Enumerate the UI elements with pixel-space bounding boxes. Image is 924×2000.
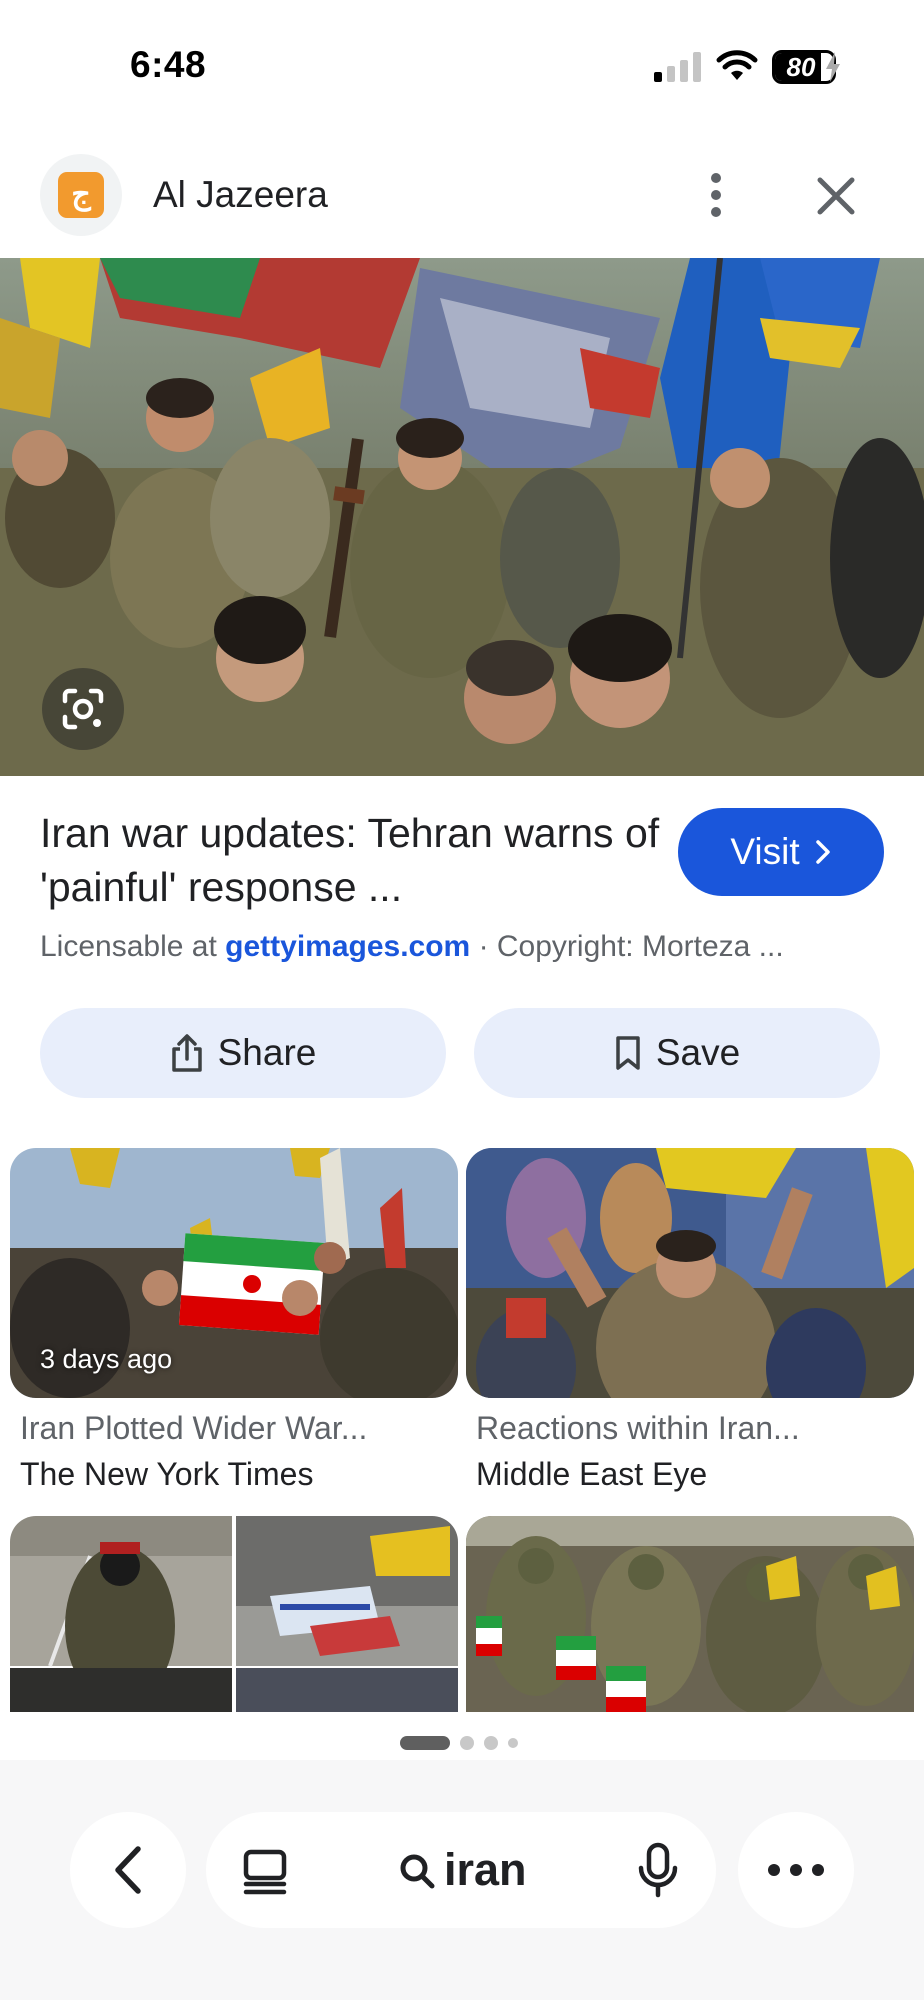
status-bar: 6:48 80 xyxy=(0,0,924,120)
copyright-text: · Copyright: Morteza ... xyxy=(470,930,784,963)
bottom-toolbar: iran xyxy=(0,1760,924,2000)
related-photo-4 xyxy=(466,1516,914,1712)
page-indicator-active xyxy=(400,1736,450,1750)
hero-photo xyxy=(0,258,924,776)
search-query[interactable]: iran xyxy=(444,1844,527,1896)
page-indicator xyxy=(400,1736,518,1750)
related-title-1[interactable]: Iran Plotted Wider War... xyxy=(20,1410,367,1447)
charging-bolt-icon xyxy=(826,52,840,82)
status-time: 6:48 xyxy=(130,44,207,85)
more-menu-button[interactable] xyxy=(738,1812,854,1928)
bookmark-icon xyxy=(616,1036,640,1070)
related-image-2[interactable] xyxy=(466,1148,914,1398)
related-photo-2 xyxy=(466,1148,914,1398)
back-button[interactable] xyxy=(70,1812,186,1928)
related-image-1[interactable]: 3 days ago xyxy=(10,1148,458,1398)
visit-button[interactable]: Visit xyxy=(678,808,884,896)
microphone-icon[interactable] xyxy=(636,1842,680,1898)
cellular-signal-icon xyxy=(654,52,702,82)
share-label: Share xyxy=(217,1032,317,1073)
page-indicator-dot xyxy=(508,1738,518,1748)
chevron-right-icon xyxy=(815,840,830,864)
wifi-icon xyxy=(716,50,758,80)
battery-percent: 80 xyxy=(786,52,816,82)
save-button[interactable]: Save xyxy=(474,1008,880,1098)
hero-image[interactable] xyxy=(0,258,924,776)
related-title-2[interactable]: Reactions within Iran... xyxy=(476,1410,800,1447)
save-label: Save xyxy=(655,1032,741,1073)
time-badge: 3 days ago xyxy=(40,1344,173,1374)
page-indicator-dot xyxy=(484,1736,498,1750)
al-jazeera-logo-icon: ج xyxy=(58,172,104,218)
source-logo[interactable]: ج xyxy=(40,154,122,236)
share-button[interactable]: Share xyxy=(40,1008,446,1098)
lens-icon xyxy=(62,688,104,730)
tabs-icon[interactable] xyxy=(240,1846,290,1896)
google-lens-button[interactable] xyxy=(42,668,124,750)
more-horizontal-icon xyxy=(768,1864,824,1876)
visit-label: Visit xyxy=(730,831,800,872)
related-source-2[interactable]: Middle East Eye xyxy=(476,1456,707,1493)
share-icon xyxy=(171,1034,202,1072)
license-prefix: Licensable at xyxy=(40,930,226,963)
search-bar[interactable]: iran xyxy=(206,1812,716,1928)
source-name[interactable]: Al Jazeera xyxy=(153,174,328,216)
license-line: Licensable at gettyimages.com · Copyrigh… xyxy=(40,930,900,964)
page-indicator-dot xyxy=(460,1736,474,1750)
result-title[interactable]: Iran war updates: Tehran warns of 'painf… xyxy=(40,806,660,914)
chevron-left-icon xyxy=(115,1846,141,1894)
viewer-header: ج Al Jazeera xyxy=(0,150,924,260)
related-image-3[interactable] xyxy=(10,1516,458,1712)
related-source-1[interactable]: The New York Times xyxy=(20,1456,313,1493)
related-photo-3 xyxy=(10,1516,458,1712)
close-icon[interactable] xyxy=(810,170,862,222)
search-icon xyxy=(400,1854,435,1889)
related-image-4[interactable] xyxy=(466,1516,914,1712)
more-options-icon[interactable] xyxy=(696,170,736,220)
license-link[interactable]: gettyimages.com xyxy=(225,930,470,963)
